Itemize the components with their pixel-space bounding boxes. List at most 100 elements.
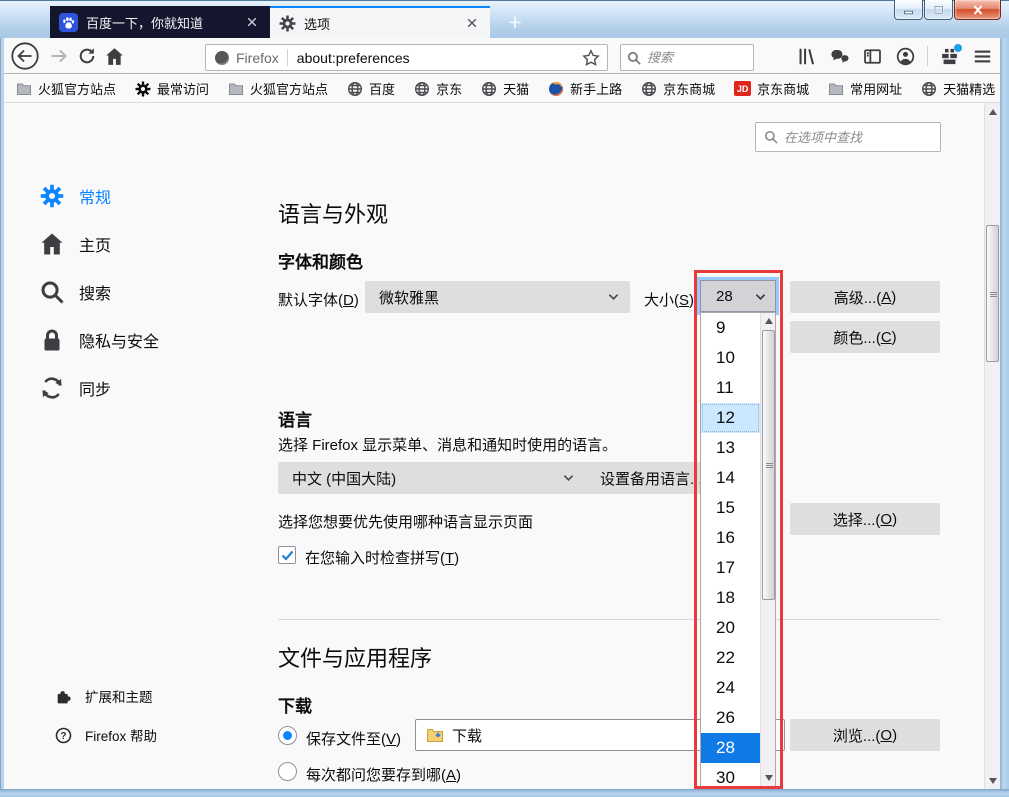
colors-button[interactable]: 颜色...(C) <box>790 321 940 353</box>
sidebar-item-home[interactable]: 主页 <box>40 220 250 268</box>
font-size-option-13[interactable]: 13 <box>701 433 760 463</box>
sidebar-footer-label: 扩展和主题 <box>85 686 153 706</box>
font-size-option-12[interactable]: 12 <box>701 403 760 433</box>
font-size-option-15[interactable]: 15 <box>701 493 760 523</box>
bookmark-item[interactable]: JD京东商城 <box>734 79 809 98</box>
forward-button[interactable] <box>49 46 69 66</box>
toolbar-search-input[interactable] <box>647 50 747 65</box>
bookmark-label: 京东 <box>436 79 462 98</box>
choose-language-button[interactable]: 选择...(O) <box>790 503 940 535</box>
maximize-button[interactable] <box>924 0 953 20</box>
tab-baidu[interactable]: 百度一下，你就知道 <box>50 6 270 38</box>
default-font-select[interactable]: 微软雅黑 <box>365 281 630 313</box>
maximize-icon <box>933 5 945 15</box>
bookmark-label: 常用网址 <box>850 79 902 98</box>
font-size-option-9[interactable]: 9 <box>701 313 760 343</box>
url-bar[interactable]: Firefox about:preferences <box>205 44 608 71</box>
scroll-down-arrow[interactable] <box>985 772 1001 789</box>
font-size-option-10[interactable]: 10 <box>701 343 760 373</box>
bookmark-item[interactable]: 最常访问 <box>135 79 209 98</box>
globe-icon <box>641 81 657 97</box>
ui-language-select[interactable]: 中文 (中国大陆) <box>278 462 585 494</box>
font-size-option-30[interactable]: 30 <box>701 763 760 787</box>
chat-button[interactable] <box>830 47 849 66</box>
gift-icon <box>940 47 959 66</box>
font-size-option-18[interactable]: 18 <box>701 583 760 613</box>
bookmark-item[interactable]: 百度 <box>347 79 395 98</box>
scroll-up-arrow[interactable] <box>761 313 776 329</box>
dropdown-scrollbar[interactable] <box>760 313 775 786</box>
home-icon <box>105 47 124 66</box>
sidebar-item-gear[interactable]: 常规 <box>40 172 250 220</box>
new-tab-button[interactable]: + <box>500 8 530 36</box>
find-in-options-input[interactable] <box>784 130 932 145</box>
browse-button[interactable]: 浏览...(O) <box>790 719 940 751</box>
font-size-option-28[interactable]: 28 <box>701 733 760 763</box>
always-ask-label: 每次都问您要存到哪(A) <box>306 764 461 785</box>
page-scrollbar[interactable] <box>984 103 1000 789</box>
advanced-button[interactable]: 高级...(A) <box>790 281 940 313</box>
font-size-option-11[interactable]: 11 <box>701 373 760 403</box>
bookmarks-bar: 火狐官方站点最常访问火狐官方站点百度京东天猫新手上路京东商城JD京东商城常用网址… <box>4 75 1000 103</box>
bookmark-item[interactable]: 火狐官方站点 <box>16 79 116 98</box>
sidebar-item-help[interactable]: ? Firefox 帮助 <box>55 725 157 745</box>
bookmark-item[interactable]: 常用网址 <box>828 79 902 98</box>
bookmark-label: 新手上路 <box>570 79 622 98</box>
find-in-options[interactable] <box>755 122 941 152</box>
forward-icon <box>49 46 69 66</box>
hamburger-icon <box>973 47 992 66</box>
scroll-up-arrow[interactable] <box>985 103 1001 120</box>
bookmark-item[interactable]: 新手上路 <box>548 79 622 98</box>
sidebar-toggle-button[interactable] <box>863 47 882 66</box>
font-size-option-24[interactable]: 24 <box>701 673 760 703</box>
sidebar-item-sync[interactable]: 同步 <box>40 364 250 412</box>
minimize-button[interactable] <box>894 0 923 20</box>
sidebar-item-lock[interactable]: 隐私与安全 <box>40 316 250 364</box>
font-size-select[interactable]: 28 <box>700 280 776 312</box>
home-button[interactable] <box>105 47 124 66</box>
sidebar-item-extensions[interactable]: 扩展和主题 <box>55 686 153 706</box>
chat-bubbles-icon <box>830 47 849 66</box>
font-size-option-17[interactable]: 17 <box>701 553 760 583</box>
font-size-option-14[interactable]: 14 <box>701 463 760 493</box>
close-button[interactable] <box>954 0 1001 20</box>
search-icon <box>627 51 641 65</box>
bookmark-item[interactable]: 京东商城 <box>641 79 715 98</box>
bookmark-item[interactable]: 天猫 <box>481 79 529 98</box>
tab-close-icon[interactable] <box>463 14 481 32</box>
font-size-option-26[interactable]: 26 <box>701 703 760 733</box>
bookmark-item[interactable]: 天猫精选 <box>921 79 995 98</box>
always-ask-radio[interactable] <box>278 762 297 781</box>
save-files-to-radio[interactable] <box>278 726 297 745</box>
section-divider <box>278 619 940 620</box>
bookmark-item[interactable]: 火狐官方站点 <box>228 79 328 98</box>
font-size-option-22[interactable]: 22 <box>701 643 760 673</box>
bookmark-label: 天猫 <box>503 79 529 98</box>
bookmark-star-icon[interactable] <box>582 49 600 67</box>
whats-new-button[interactable] <box>940 47 959 66</box>
bookmark-item[interactable]: 京东 <box>414 79 462 98</box>
toolbar-separator <box>927 46 928 66</box>
back-button[interactable] <box>10 41 40 71</box>
default-font-label: 默认字体(D) <box>278 289 359 310</box>
help-icon: ? <box>55 727 72 744</box>
spellcheck-checkbox[interactable] <box>278 546 296 564</box>
menu-button[interactable] <box>973 47 992 66</box>
font-size-option-16[interactable]: 16 <box>701 523 760 553</box>
tab-options[interactable]: 选项 <box>270 6 490 38</box>
sidebar-item-search[interactable]: 搜索 <box>40 268 250 316</box>
dropdown-scrollbar-thumb[interactable] <box>762 330 775 600</box>
reload-button[interactable] <box>78 47 96 65</box>
toolbar-search[interactable] <box>620 44 754 71</box>
font-size-option-20[interactable]: 20 <box>701 613 760 643</box>
account-icon <box>896 47 915 66</box>
bookmark-label: 最常访问 <box>157 79 209 98</box>
library-button[interactable] <box>797 47 816 66</box>
account-button[interactable] <box>896 47 915 66</box>
gear-icon <box>40 184 64 208</box>
tab-close-icon[interactable] <box>243 13 261 31</box>
firefox-icon <box>214 50 230 66</box>
page-scrollbar-thumb[interactable] <box>986 225 999 362</box>
default-font-value: 微软雅黑 <box>379 287 439 308</box>
scroll-down-arrow[interactable] <box>761 770 776 786</box>
